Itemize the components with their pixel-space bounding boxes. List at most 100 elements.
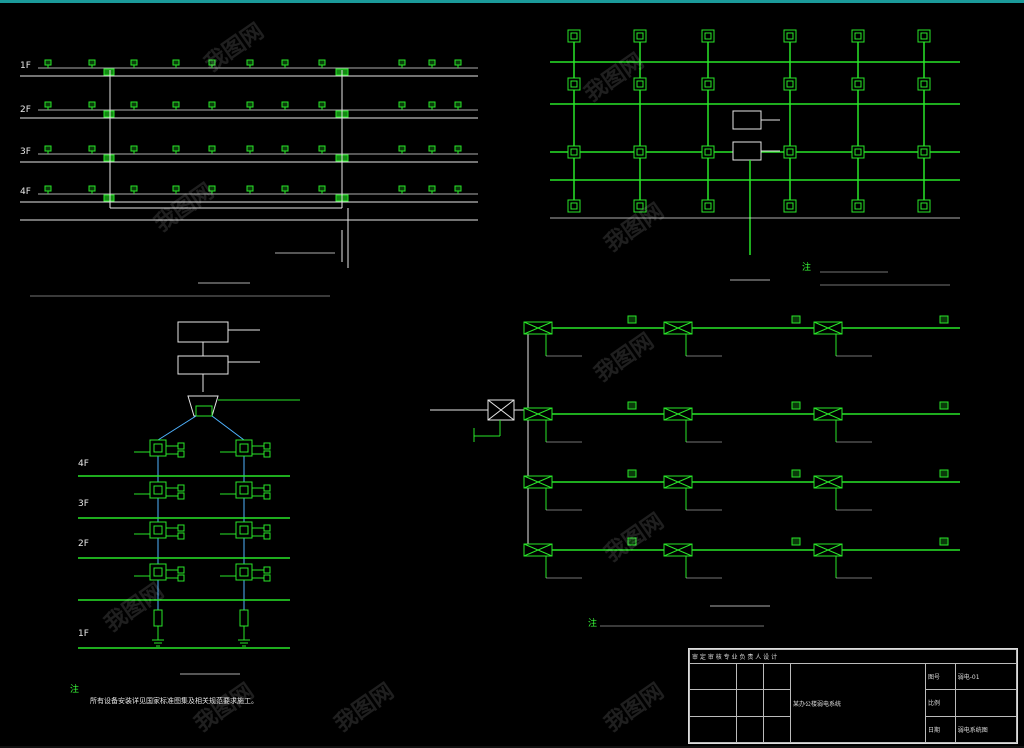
outlet-symbol: [44, 101, 52, 108]
outlet-symbol: [281, 59, 289, 66]
note-text: 所有设备安装详见国家标准图集及相关规范要求施工。: [90, 697, 258, 705]
room-node-core: [786, 80, 794, 88]
outlet-symbol: [318, 101, 326, 108]
floor-cabinet: [103, 194, 115, 202]
floor-label: 2F: [20, 105, 31, 115]
outlet-symbol: [318, 59, 326, 66]
outlet-symbol: [208, 145, 216, 152]
floor-switch-core: [239, 567, 249, 577]
terminal-symbol: [791, 537, 801, 546]
outlet-symbol: [454, 101, 462, 108]
distribution-box: [732, 141, 762, 161]
outlet-symbol: [172, 59, 180, 66]
note-mark: 注: [588, 619, 598, 629]
floor-label: 1F: [20, 61, 31, 71]
outlet-symbol: [428, 185, 436, 192]
outlet-symbol: [281, 185, 289, 192]
outlet-symbol: [263, 566, 271, 574]
room-node-core: [704, 80, 712, 88]
outlet-symbol: [263, 574, 271, 582]
outlet-symbol: [454, 185, 462, 192]
outlet-symbol: [263, 442, 271, 450]
floor-switch-core: [239, 525, 249, 535]
room-node-core: [920, 32, 928, 40]
outlet-symbol: [398, 101, 406, 108]
main-switch-core: [195, 405, 213, 417]
outlet-symbol: [88, 59, 96, 66]
fiber-line: [211, 415, 245, 441]
outlet-symbol: [88, 101, 96, 108]
head-equipment: [177, 321, 229, 343]
ground-box: [239, 609, 249, 627]
room-node-core: [704, 148, 712, 156]
room-node-core: [920, 80, 928, 88]
terminal-symbol: [791, 315, 801, 324]
room-node-core: [854, 202, 862, 210]
floor-label: 2F: [78, 539, 89, 549]
outlet-symbol: [177, 524, 185, 532]
ground-box: [153, 609, 163, 627]
room-node-core: [704, 202, 712, 210]
room-node-core: [920, 202, 928, 210]
outlet-symbol: [177, 492, 185, 500]
floor-cabinet: [103, 154, 115, 162]
room-node-core: [786, 32, 794, 40]
floor-switch-core: [153, 525, 163, 535]
distribution-box: [732, 110, 762, 130]
outlet-symbol: [44, 185, 52, 192]
outlet-symbol: [177, 532, 185, 540]
outlet-symbol: [281, 101, 289, 108]
outlet-symbol: [177, 566, 185, 574]
floor-label: 4F: [78, 459, 89, 469]
outlet-symbol: [318, 185, 326, 192]
terminal-symbol: [939, 537, 949, 546]
floor-switch-core: [239, 443, 249, 453]
outlet-symbol: [428, 101, 436, 108]
outlet-symbol: [130, 101, 138, 108]
outlet-symbol: [246, 101, 254, 108]
cad-drawing: [20, 29, 960, 675]
outlet-symbol: [88, 145, 96, 152]
terminal-symbol: [939, 469, 949, 478]
outlet-symbol: [177, 484, 185, 492]
outlet-symbol: [130, 185, 138, 192]
outlet-symbol: [454, 59, 462, 66]
terminal-symbol: [627, 469, 637, 478]
floor-label: 3F: [20, 147, 31, 157]
floor-label: 1F: [78, 629, 89, 639]
room-node-core: [704, 32, 712, 40]
floor-label: 4F: [20, 187, 31, 197]
outlet-symbol: [263, 484, 271, 492]
outlet-symbol: [177, 450, 185, 458]
fiber-line: [157, 415, 197, 441]
room-node-core: [786, 202, 794, 210]
outlet-symbol: [172, 101, 180, 108]
outlet-symbol: [246, 59, 254, 66]
room-node-core: [570, 148, 578, 156]
outlet-symbol: [246, 185, 254, 192]
sheet-label: 图号: [925, 662, 956, 691]
head-equipment: [177, 355, 229, 375]
outlet-symbol: [177, 442, 185, 450]
terminal-symbol: [939, 401, 949, 410]
outlet-symbol: [398, 59, 406, 66]
scale-label: 比例: [925, 689, 956, 717]
outlet-symbol: [281, 145, 289, 152]
room-node-core: [636, 80, 644, 88]
outlet-symbol: [428, 145, 436, 152]
outlet-symbol: [44, 59, 52, 66]
terminal-symbol: [791, 401, 801, 410]
outlet-symbol: [263, 450, 271, 458]
drawing-name: 弱电系统图: [954, 715, 1018, 744]
outlet-symbol: [263, 492, 271, 500]
room-node-core: [786, 148, 794, 156]
sheet-value: 弱电-01: [954, 662, 1018, 691]
floor-cabinet: [103, 68, 115, 76]
project-name: 某办公楼弱电系统: [790, 663, 926, 743]
outlet-symbol: [208, 101, 216, 108]
room-node-core: [854, 32, 862, 40]
outlet-symbol: [130, 145, 138, 152]
floor-switch-core: [153, 485, 163, 495]
floor-switch-core: [153, 567, 163, 577]
room-node-core: [854, 148, 862, 156]
